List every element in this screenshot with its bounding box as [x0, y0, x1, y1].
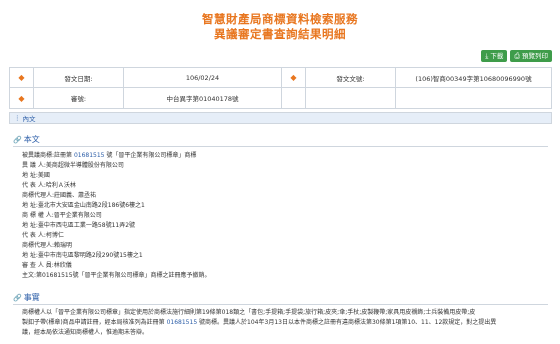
issue-date-label: 發文日期:	[34, 68, 124, 87]
print-icon: ⎙	[514, 52, 520, 60]
trademark-number-link[interactable]: 01681515	[74, 152, 105, 159]
main-line: 商標代理人:賴瑞明	[22, 241, 542, 251]
divider	[13, 304, 548, 305]
main-line-text: 代 表 人:哈利Ａ沃林	[22, 182, 76, 189]
content-menu-icon: ⋮	[14, 114, 21, 122]
main-line-text: 地 址:美國	[22, 172, 50, 179]
empty-cell	[306, 88, 396, 108]
content-strip-label: 內文	[22, 115, 36, 123]
divider	[13, 146, 548, 147]
main-line: 異 議 人:美商超微半導體股份有限公司	[22, 161, 542, 171]
main-line-text: 異 議 人:美商超微半導體股份有限公司	[22, 162, 124, 169]
main-line: 地 址:臺中市西屯區工業一路58號11弄2號	[22, 221, 542, 231]
trademark-number-link[interactable]: 01681515	[167, 319, 198, 326]
facts-line: 議，經本局依法通知商標權人，惟逾期未答辯。	[22, 329, 149, 336]
empty-cell	[396, 88, 551, 108]
main-section-title: 本文	[23, 135, 40, 144]
download-icon: ⤓	[485, 52, 489, 60]
main-line-text: 代 表 人:柯博仁	[22, 232, 64, 239]
main-line-text: 商標代理人:莊國義、蕭丞祐	[22, 192, 97, 199]
facts-section-title: 事實	[23, 293, 40, 302]
main-line: 審 查 人 員:林欣儀	[22, 261, 542, 271]
main-line-text: 主文:第01681515號「晉平企業有限公司標章」商標之註冊應予撤銷。	[22, 272, 211, 279]
main-line-text: 被異議商標:註冊第	[22, 152, 74, 159]
page-title-block: 智慧財產局商標資料檢索服務 異議審定書查詢結果明細	[0, 12, 560, 42]
meta-table: ◆ 發文日期: 106/02/24 ◆ 發文文號: (106)智商00349字第…	[9, 67, 552, 109]
main-line: 代 表 人:柯博仁	[22, 231, 542, 241]
main-line-text: 審 查 人 員:林欣儀	[22, 262, 72, 269]
main-line: 地 址:美國	[22, 171, 542, 181]
download-button[interactable]: ⤓ 下載	[481, 50, 508, 62]
facts-section-heading: 🔗 事實	[13, 292, 40, 303]
main-line-text: 地 址:臺北市大安區金山南路2段186號6樓之1	[22, 202, 145, 209]
empty-cell	[282, 88, 306, 108]
main-line-text: 商 標 權 人:晉平企業有限公司	[22, 212, 102, 219]
facts-line: 製釦子帶(標章)商品申請註冊，經本局核准列為註冊第 01681515 號商標。異…	[22, 318, 542, 328]
main-line-text: 地 址:臺中市南屯區黎明路2段290號15樓之1	[22, 252, 143, 259]
issue-date-value: 106/02/24	[124, 68, 282, 87]
print-preview-button[interactable]: ⎙ 預覽列印	[510, 50, 552, 62]
main-line: 地 址:臺北市大安區金山南路2段186號6樓之1	[22, 201, 542, 211]
link-icon: 🔗	[13, 135, 22, 144]
meta-row: ◆ 審號: 中台異字第01040178號	[10, 88, 551, 108]
link-icon: 🔗	[13, 293, 22, 302]
main-line-text: 商標代理人:賴瑞明	[22, 242, 73, 249]
review-no-label: 審號:	[34, 88, 124, 108]
main-line: 商標代理人:莊國義、蕭丞祐	[22, 191, 542, 201]
facts-line-text: 製釦子帶(標章)商品申請註冊，經本局核准列為註冊第	[22, 319, 167, 326]
main-line: 商 標 權 人:晉平企業有限公司	[22, 211, 542, 221]
main-section-body: 被異議商標:註冊第 01681515 號「晉平企業有限公司標章」商標異 議 人:…	[22, 151, 542, 281]
page-subtitle: 異議審定書查詢結果明細	[214, 27, 346, 41]
tag-icon: ◆	[282, 68, 306, 87]
main-line-text: 號「晉平企業有限公司標章」商標	[104, 152, 197, 159]
content-strip: ⋮ 內文	[9, 112, 552, 124]
facts-line-text: 號商標。異議人於104年3月13日以本件商標之註冊有違商標法第30條第1項第10…	[197, 319, 497, 326]
main-line: 主文:第01681515號「晉平企業有限公司標章」商標之註冊應予撤銷。	[22, 271, 542, 281]
main-line-text: 地 址:臺中市西屯區工業一路58號11弄2號	[22, 222, 136, 229]
page-title: 智慧財產局商標資料檢索服務	[202, 12, 358, 26]
tag-icon: ◆	[10, 68, 34, 87]
meta-row: ◆ 發文日期: 106/02/24 ◆ 發文文號: (106)智商00349字第…	[10, 68, 551, 88]
main-line: 地 址:臺中市南屯區黎明路2段290號15樓之1	[22, 251, 542, 261]
print-preview-button-label: 預覽列印	[522, 52, 548, 60]
facts-line: 商標權人以「晉平企業有限公司標章」指定使用於商標法施行細則第19條第018類之「…	[22, 309, 476, 316]
main-section-heading: 🔗 本文	[13, 134, 40, 145]
review-no-value: 中台異字第01040178號	[124, 88, 282, 108]
facts-section-body: 商標權人以「晉平企業有限公司標章」指定使用於商標法施行細則第19條第018類之「…	[22, 308, 542, 338]
doc-no-value: (106)智商00349字第10680096990號	[415, 74, 532, 83]
doc-no-label: 發文文號:	[306, 68, 396, 87]
main-line: 代 表 人:哈利Ａ沃林	[22, 181, 542, 191]
download-button-label: 下載	[490, 52, 504, 60]
tag-icon: ◆	[10, 88, 34, 108]
toolbar: ⤓ 下載 ⎙ 預覽列印	[481, 50, 552, 62]
main-line: 被異議商標:註冊第 01681515 號「晉平企業有限公司標章」商標	[22, 151, 542, 161]
